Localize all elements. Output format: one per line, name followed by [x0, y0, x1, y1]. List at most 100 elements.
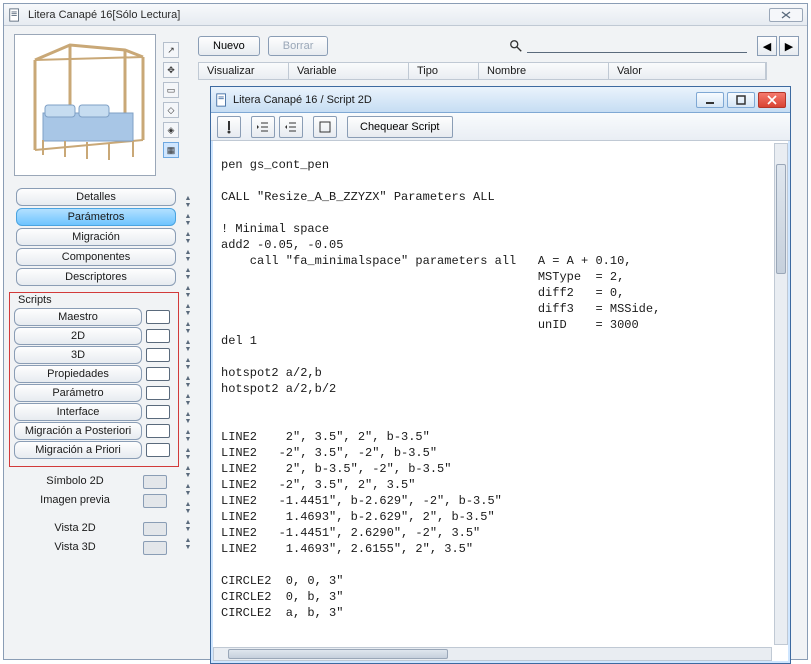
- outdent-icon[interactable]: [251, 116, 275, 138]
- spinner[interactable]: ▲▼: [183, 448, 193, 465]
- spinner[interactable]: ▲▼: [183, 412, 193, 429]
- spinner[interactable]: ▲▼: [183, 484, 193, 501]
- left-column: ↗ ✥ ▭ ◇ ◈ ▦ Detalles Parámetros Migració…: [9, 34, 183, 558]
- spinner[interactable]: ▲▼: [183, 394, 193, 411]
- chip-maestro[interactable]: [146, 310, 170, 324]
- extra-vista3d[interactable]: Vista 3D: [11, 539, 139, 557]
- chip-simbolo2d[interactable]: [143, 475, 167, 489]
- main-body: ↗ ✥ ▭ ◇ ◈ ▦ Detalles Parámetros Migració…: [4, 26, 807, 659]
- find-icon[interactable]: [313, 116, 337, 138]
- script-propiedades[interactable]: Propiedades: [14, 365, 142, 383]
- col-valor[interactable]: Valor: [609, 63, 766, 79]
- spinner[interactable]: ▲▼: [183, 502, 193, 519]
- chip-propiedades[interactable]: [146, 367, 170, 381]
- close-button[interactable]: [769, 8, 803, 22]
- vertical-scrollbar[interactable]: [774, 143, 788, 645]
- script-3d[interactable]: 3D: [14, 346, 142, 364]
- spinner[interactable]: ▲▼: [183, 250, 193, 267]
- spinner[interactable]: ▲▼: [183, 466, 193, 483]
- nav-migracion[interactable]: Migración: [16, 228, 176, 246]
- col-variable[interactable]: Variable: [289, 63, 409, 79]
- tool-iso-icon[interactable]: ◇: [163, 102, 179, 118]
- col-nombre[interactable]: Nombre: [479, 63, 609, 79]
- tool-arrow-icon[interactable]: ↗: [163, 42, 179, 58]
- nuevo-button[interactable]: Nuevo: [198, 36, 260, 56]
- chip-vista2d[interactable]: [143, 522, 167, 536]
- spinner[interactable]: ▲▼: [183, 538, 193, 555]
- spinner[interactable]: ▲▼: [183, 322, 193, 339]
- script-maestro[interactable]: Maestro: [14, 308, 142, 326]
- nav-detalles[interactable]: Detalles: [16, 188, 176, 206]
- script-window-title: Litera Canapé 16 / Script 2D: [233, 94, 372, 106]
- scripts-legend: Scripts: [16, 294, 54, 306]
- script-mig-post[interactable]: Migración a Posteriori: [14, 422, 142, 440]
- document-icon: [8, 8, 22, 22]
- extras-list: Símbolo 2D Imagen previa Vista 2D Vista …: [9, 473, 183, 557]
- main-window: Litera Canapé 16[Sólo Lectura]: [3, 3, 808, 660]
- extra-vista2d[interactable]: Vista 2D: [11, 520, 139, 538]
- search-icon: [509, 39, 523, 53]
- nav-parametros[interactable]: Parámetros: [16, 208, 176, 226]
- maximize-button[interactable]: [727, 92, 755, 108]
- preview-thumbnail[interactable]: [14, 34, 156, 176]
- check-script-button[interactable]: Chequear Script: [347, 116, 453, 138]
- marker-icon[interactable]: [217, 116, 241, 138]
- spinner[interactable]: ▲▼: [183, 268, 193, 285]
- spinner[interactable]: ▲▼: [183, 430, 193, 447]
- next-button[interactable]: ▶: [779, 36, 799, 56]
- column-headers: Visualizar Variable Tipo Nombre Valor: [198, 62, 767, 80]
- indent-icon[interactable]: [279, 116, 303, 138]
- tool-line-icon[interactable]: ▭: [163, 82, 179, 98]
- vscroll-thumb[interactable]: [776, 164, 786, 274]
- nav-descriptores[interactable]: Descriptores: [16, 268, 176, 286]
- script-2d[interactable]: 2D: [14, 327, 142, 345]
- script-interface[interactable]: Interface: [14, 403, 142, 421]
- nav-componentes[interactable]: Componentes: [16, 248, 176, 266]
- chip-interface[interactable]: [146, 405, 170, 419]
- prev-button[interactable]: ◀: [757, 36, 777, 56]
- hscroll-thumb[interactable]: [228, 649, 448, 659]
- script-toolbar: Chequear Script: [211, 113, 790, 141]
- col-visualizar[interactable]: Visualizar: [199, 63, 289, 79]
- script-doc-icon: [215, 93, 229, 107]
- script-titlebar[interactable]: Litera Canapé 16 / Script 2D: [211, 87, 790, 113]
- horizontal-scrollbar[interactable]: [213, 647, 772, 661]
- extra-simbolo2d[interactable]: Símbolo 2D: [11, 473, 139, 491]
- spinner-column: ▲▼▲▼▲▼▲▼▲▼▲▼▲▼▲▼▲▼▲▼▲▼▲▼▲▼▲▼▲▼▲▼▲▼▲▼▲▼▲▼: [183, 196, 195, 556]
- nav-list: Detalles Parámetros Migración Componente…: [9, 188, 183, 286]
- chip-mig-pri[interactable]: [146, 443, 170, 457]
- chip-mig-post[interactable]: [146, 424, 170, 438]
- extra-imagen[interactable]: Imagen previa: [11, 492, 139, 510]
- minimize-button[interactable]: [696, 92, 724, 108]
- spinner[interactable]: ▲▼: [183, 214, 193, 231]
- tool-cube-icon[interactable]: ◈: [163, 122, 179, 138]
- chip-parametro[interactable]: [146, 386, 170, 400]
- spinner[interactable]: ▲▼: [183, 232, 193, 249]
- top-toolbar: Nuevo Borrar ◀ ▶: [198, 34, 799, 58]
- scripts-group: Scripts Maestro 2D 3D Propiedades Paráme…: [9, 292, 179, 467]
- script-window: Litera Canapé 16 / Script 2D Chequear Sc…: [210, 86, 791, 664]
- chip-3d[interactable]: [146, 348, 170, 362]
- spinner[interactable]: ▲▼: [183, 286, 193, 303]
- main-titlebar[interactable]: Litera Canapé 16[Sólo Lectura]: [4, 4, 807, 26]
- spinner[interactable]: ▲▼: [183, 358, 193, 375]
- spinner[interactable]: ▲▼: [183, 376, 193, 393]
- script-close-button[interactable]: [758, 92, 786, 108]
- chip-vista3d[interactable]: [143, 541, 167, 555]
- code-editor[interactable]: pen gs_cont_pen CALL "Resize_A_B_ZZYZX" …: [215, 145, 772, 645]
- search-input[interactable]: [527, 39, 747, 53]
- tool-column: ↗ ✥ ▭ ◇ ◈ ▦: [163, 42, 181, 162]
- spinner[interactable]: ▲▼: [183, 196, 193, 213]
- window-title: Litera Canapé 16[Sólo Lectura]: [28, 9, 180, 21]
- script-parametro[interactable]: Parámetro: [14, 384, 142, 402]
- tool-crosshair-icon[interactable]: ✥: [163, 62, 179, 78]
- borrar-button[interactable]: Borrar: [268, 36, 329, 56]
- spinner[interactable]: ▲▼: [183, 304, 193, 321]
- script-mig-pri[interactable]: Migración a Priori: [14, 441, 142, 459]
- chip-2d[interactable]: [146, 329, 170, 343]
- chip-imagen[interactable]: [143, 494, 167, 508]
- tool-render-icon[interactable]: ▦: [163, 142, 179, 158]
- col-tipo[interactable]: Tipo: [409, 63, 479, 79]
- spinner[interactable]: ▲▼: [183, 340, 193, 357]
- spinner[interactable]: ▲▼: [183, 520, 193, 537]
